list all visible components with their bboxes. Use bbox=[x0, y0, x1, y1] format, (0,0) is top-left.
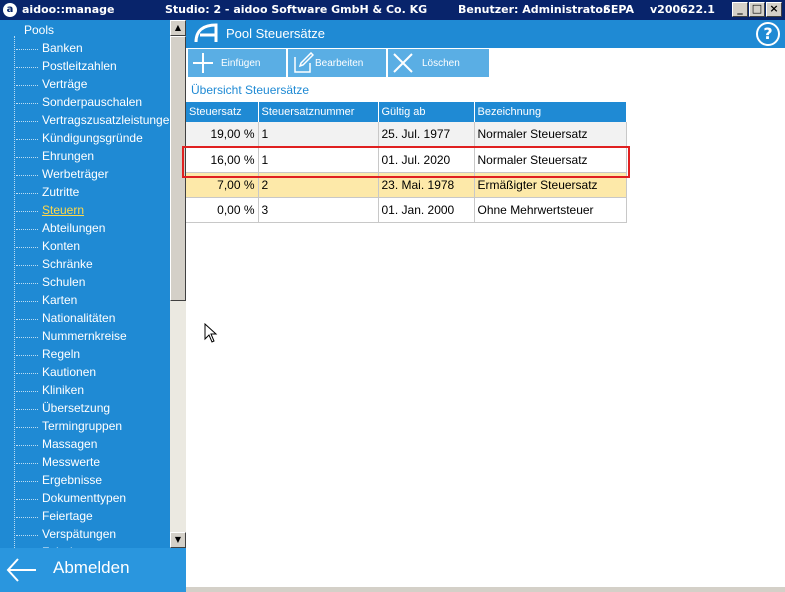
cell-number: 3 bbox=[258, 197, 379, 223]
sidebar-item-übersetzung[interactable]: Übersetzung bbox=[15, 401, 110, 415]
sidebar-item-feiertage[interactable]: Feiertage bbox=[16, 509, 93, 523]
delete-x-icon bbox=[393, 53, 413, 73]
cell-rate: 0,00 % bbox=[186, 197, 259, 223]
sidebar-item-kautionen[interactable]: Kautionen bbox=[15, 365, 96, 379]
app-logo-icon: a bbox=[3, 3, 17, 17]
cell-valid-from: 01. Jan. 2000 bbox=[378, 197, 475, 223]
edit-button[interactable]: Bearbeiten bbox=[288, 49, 386, 77]
sidebar-item-kündigungsgründe[interactable]: Kündigungsgründe bbox=[16, 131, 143, 145]
sidebar-item-kliniken[interactable]: Kliniken bbox=[15, 383, 84, 397]
sidebar-scrollbar[interactable]: ▲ ▼ bbox=[170, 20, 186, 548]
highlight-box bbox=[182, 146, 630, 178]
sidebar-item-werbeträger[interactable]: Werbeträger bbox=[15, 167, 108, 181]
cell-name: Ohne Mehrwertsteuer bbox=[474, 197, 627, 223]
user-label: Benutzer: Administrator bbox=[458, 3, 609, 16]
sidebar-item-termingruppen[interactable]: Termingruppen bbox=[15, 419, 122, 433]
cell-valid-from: 25. Jul. 1977 bbox=[378, 122, 475, 148]
table-header-row: Steuersatz Steuersatznummer Gültig ab Be… bbox=[186, 102, 627, 122]
app-title: aidoo::manage bbox=[22, 3, 115, 16]
section-title: Übersicht Steuersätze bbox=[191, 83, 310, 97]
content-header: Pool Steuersätze ? bbox=[186, 20, 785, 48]
sidebar-item-steuern[interactable]: Steuern bbox=[15, 203, 84, 217]
sidebar-item-dokumenttypen[interactable]: Dokumenttypen bbox=[15, 491, 126, 505]
sidebar-item-verspätungen[interactable]: Verspätungen bbox=[15, 527, 116, 541]
cell-rate: 19,00 % bbox=[186, 122, 259, 148]
sidebar-item-karten[interactable]: Karten bbox=[15, 293, 77, 307]
table-row[interactable]: 0,00 % 3 01. Jan. 2000 Ohne Mehrwertsteu… bbox=[186, 197, 627, 223]
help-icon[interactable]: ? bbox=[756, 22, 780, 46]
sidebar-item-vertragszusatzleistungen[interactable]: Vertragszusatzleistungen bbox=[15, 113, 170, 127]
sidebar-item-massagen[interactable]: Massagen bbox=[15, 437, 97, 451]
logout-button[interactable]: Abmelden bbox=[0, 548, 186, 592]
sidebar-item-konten[interactable]: Konten bbox=[15, 239, 80, 253]
column-header-name[interactable]: Bezeichnung bbox=[474, 102, 627, 122]
arrow-left-icon bbox=[6, 558, 36, 582]
sidebar-item-banken[interactable]: Banken bbox=[16, 41, 83, 55]
table-row[interactable]: 19,00 % 1 25. Jul. 1977 Normaler Steuers… bbox=[186, 122, 627, 148]
insert-label: Einfügen bbox=[221, 58, 261, 69]
sidebar: Pools Banken Postleitzahlen Verträge Sonder… bbox=[0, 20, 186, 592]
scroll-down-arrow-icon[interactable]: ▼ bbox=[170, 532, 186, 548]
sidebar-item-verträge[interactable]: Verträge bbox=[15, 77, 87, 91]
mouse-cursor-icon bbox=[204, 323, 218, 343]
sidebar-item-nationalitäten[interactable]: Nationalitäten bbox=[15, 311, 115, 325]
aidoo-logo-icon bbox=[194, 23, 218, 43]
tree-connector-line bbox=[14, 36, 15, 548]
sidebar-item-schränke[interactable]: Schränke bbox=[16, 257, 93, 271]
column-header-number[interactable]: Steuersatznummer bbox=[258, 102, 379, 122]
sidebar-item-abteilungen[interactable]: Abteilungen bbox=[15, 221, 105, 235]
close-button[interactable]: × bbox=[766, 2, 782, 17]
delete-button[interactable]: Löschen bbox=[388, 49, 489, 77]
sidebar-item-postleitzahlen[interactable]: Postleitzahlen bbox=[16, 59, 117, 73]
sidebar-item-regeln[interactable]: Regeln bbox=[15, 347, 80, 361]
insert-button[interactable]: Einfügen bbox=[188, 49, 286, 77]
navigation-tree: Pools Banken Postleitzahlen Verträge Sonder… bbox=[0, 20, 170, 548]
plus-icon bbox=[193, 53, 213, 73]
edit-icon bbox=[294, 52, 314, 73]
column-header-valid-from[interactable]: Gültig ab bbox=[378, 102, 475, 122]
status-strip bbox=[186, 587, 785, 592]
scroll-up-arrow-icon[interactable]: ▲ bbox=[170, 20, 186, 36]
cell-number: 1 bbox=[258, 122, 379, 148]
sidebar-item-schulen[interactable]: Schulen bbox=[15, 275, 85, 289]
sidebar-item-messwerte[interactable]: Messwerte bbox=[15, 455, 100, 469]
sidebar-item-ergebnisse[interactable]: Ergebnisse bbox=[15, 473, 102, 487]
window-title-bar: a aidoo::manage Studio: 2 - aidoo Softwa… bbox=[0, 0, 785, 20]
toolbar: Einfügen Bearbeiten Löschen bbox=[186, 48, 785, 78]
sidebar-item-zutritte[interactable]: Zutritte bbox=[15, 185, 79, 199]
minimize-button[interactable]: _ bbox=[732, 2, 748, 17]
tree-root-pools[interactable]: Pools bbox=[24, 23, 54, 37]
logout-label: Abmelden bbox=[53, 558, 130, 577]
column-header-rate[interactable]: Steuersatz bbox=[186, 102, 259, 122]
sepa-label: SEPA bbox=[603, 3, 635, 16]
studio-label: Studio: 2 - aidoo Software GmbH & Co. KG bbox=[165, 3, 428, 16]
page-title: Pool Steuersätze bbox=[226, 26, 326, 41]
sidebar-item-nummernkreise[interactable]: Nummernkreise bbox=[16, 329, 127, 343]
sidebar-item-sonderpauschalen[interactable]: Sonderpauschalen bbox=[15, 95, 142, 109]
version-label: v200622.1 bbox=[650, 3, 715, 16]
sidebar-item-ehrungen[interactable]: Ehrungen bbox=[15, 149, 94, 163]
edit-label: Bearbeiten bbox=[315, 58, 364, 69]
cell-name: Normaler Steuersatz bbox=[474, 122, 627, 148]
maximize-button[interactable]: □ bbox=[749, 2, 765, 17]
delete-label: Löschen bbox=[422, 58, 460, 69]
